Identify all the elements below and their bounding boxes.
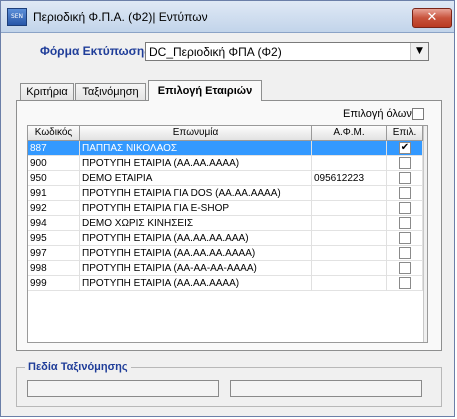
- table-row[interactable]: 887 ΠΑΠΠΑΣ ΝΙΚΟΛΑΟΣ ✔: [28, 141, 427, 156]
- table-row[interactable]: 900 ΠΡΟΤΥΠΗ ΕΤΑΙΡΙΑ (ΑΑ.ΑΑ.ΑΑΑΑ): [28, 156, 427, 171]
- cell-code: 994: [28, 216, 80, 231]
- sort-fields-title: Πεδία Ταξινόμησης: [25, 361, 131, 373]
- select-all-checkbox[interactable]: [412, 108, 424, 120]
- sort-field-1[interactable]: [27, 380, 219, 397]
- app-icon: SEN: [7, 8, 27, 26]
- cell-name: DEMO ΕΤΑΙΡΙΑ: [80, 171, 312, 186]
- row-checkbox[interactable]: [399, 232, 411, 244]
- grid-scroll-gutter: [423, 126, 427, 342]
- cell-code: 991: [28, 186, 80, 201]
- table-row[interactable]: 998 ΠΡΟΤΥΠΗ ΕΤΑΙΡΙΑ (ΑΑ-ΑΑ-ΑΑ-ΑΑΑΑ): [28, 261, 427, 276]
- title-bar[interactable]: SEN Περιοδική Φ.Π.Α. (Φ2)| Εντύπων ✕: [1, 1, 454, 33]
- table-row[interactable]: 999 ΠΡΟΤΥΠΗ ΕΤΑΙΡΙΑ (ΑΑ.ΑΑ.ΑΑΑΑ): [28, 276, 427, 291]
- cell-afm: 095612223: [312, 171, 387, 186]
- print-form-value: DC_Περιοδική ΦΠΑ (Φ2): [149, 45, 282, 59]
- cell-name: ΠΡΟΤΥΠΗ ΕΤΑΙΡΙΑ (ΑΑ.ΑΑ.ΑΑ.ΑΑΑΑ): [80, 246, 312, 261]
- cell-code: 950: [28, 171, 80, 186]
- table-row[interactable]: 997 ΠΡΟΤΥΠΗ ΕΤΑΙΡΙΑ (ΑΑ.ΑΑ.ΑΑ.ΑΑΑΑ): [28, 246, 427, 261]
- cell-code: 998: [28, 261, 80, 276]
- table-row[interactable]: 950 DEMO ΕΤΑΙΡΙΑ 095612223: [28, 171, 427, 186]
- tab-company-selection[interactable]: Επιλογή Εταιριών: [148, 80, 262, 101]
- tab-sorting[interactable]: Ταξινόμηση: [75, 83, 146, 100]
- row-checkbox[interactable]: [399, 247, 411, 259]
- select-all-label: Επιλογή όλων: [343, 108, 412, 120]
- cell-code: 995: [28, 231, 80, 246]
- cell-afm: [312, 276, 387, 291]
- table-row[interactable]: 994 DEMO ΧΩΡΙΣ ΚΙΝΗΣΕΙΣ: [28, 216, 427, 231]
- tab-criteria[interactable]: Κριτήρια: [20, 83, 74, 100]
- cell-code: 992: [28, 201, 80, 216]
- sort-field-2[interactable]: [230, 380, 422, 397]
- cell-afm: [312, 156, 387, 171]
- cell-name: ΠΡΟΤΥΠΗ ΕΤΑΙΡΙΑ (ΑΑ.ΑΑ.ΑΑΑΑ): [80, 276, 312, 291]
- cell-name: ΠΡΟΤΥΠΗ ΕΤΑΙΡΙΑ (ΑΑ.ΑΑ.ΑΑΑΑ): [80, 156, 312, 171]
- cell-afm: [312, 141, 387, 156]
- cell-code: 999: [28, 276, 80, 291]
- row-checkbox[interactable]: [399, 262, 411, 274]
- table-row[interactable]: 991 ΠΡΟΤΥΠΗ ΕΤΑΙΡΙΑ ΓΙΑ DOS (ΑΑ.ΑΑ.ΑΑΑΑ): [28, 186, 427, 201]
- table-row[interactable]: 992 ΠΡΟΤΥΠΗ ΕΤΑΙΡΙΑ ΓΙΑ E-SHOP: [28, 201, 427, 216]
- cell-name: ΠΡΟΤΥΠΗ ΕΤΑΙΡΙΑ (ΑΑ-ΑΑ-ΑΑ-ΑΑΑΑ): [80, 261, 312, 276]
- cell-code: 887: [28, 141, 80, 156]
- companies-grid: Κωδικός Επωνυμία Α.Φ.Μ. Επιλ. 887 ΠΑΠΠΑΣ …: [27, 125, 428, 343]
- cell-name: ΠΑΠΠΑΣ ΝΙΚΟΛΑΟΣ: [80, 141, 312, 156]
- cell-afm: [312, 261, 387, 276]
- table-row[interactable]: 995 ΠΡΟΤΥΠΗ ΕΤΑΙΡΙΑ (ΑΑ.ΑΑ.ΑΑ.ΑΑΑ): [28, 231, 427, 246]
- row-checkbox[interactable]: [399, 217, 411, 229]
- close-button[interactable]: ✕: [412, 8, 452, 28]
- print-form-label: Φόρμα Εκτύπωσης: [40, 44, 151, 58]
- cell-code: 900: [28, 156, 80, 171]
- column-code[interactable]: Κωδικός: [28, 126, 80, 140]
- cell-afm: [312, 231, 387, 246]
- column-afm[interactable]: Α.Φ.Μ.: [312, 126, 387, 140]
- cell-name: ΠΡΟΤΥΠΗ ΕΤΑΙΡΙΑ ΓΙΑ E-SHOP: [80, 201, 312, 216]
- cell-afm: [312, 246, 387, 261]
- row-checkbox[interactable]: ✔: [399, 142, 411, 154]
- cell-code: 997: [28, 246, 80, 261]
- cell-afm: [312, 186, 387, 201]
- window-title: Περιοδική Φ.Π.Α. (Φ2)| Εντύπων: [33, 10, 208, 24]
- row-checkbox[interactable]: [399, 172, 411, 184]
- row-checkbox[interactable]: [399, 277, 411, 289]
- row-checkbox[interactable]: [399, 202, 411, 214]
- grid-header: Κωδικός Επωνυμία Α.Φ.Μ. Επιλ.: [28, 126, 427, 141]
- cell-afm: [312, 216, 387, 231]
- row-checkbox[interactable]: [399, 187, 411, 199]
- cell-name: ΠΡΟΤΥΠΗ ΕΤΑΙΡΙΑ (ΑΑ.ΑΑ.ΑΑ.ΑΑΑ): [80, 231, 312, 246]
- column-name[interactable]: Επωνυμία: [80, 126, 312, 140]
- cell-afm: [312, 201, 387, 216]
- print-form-select[interactable]: DC_Περιοδική ΦΠΑ (Φ2) ▼: [145, 42, 429, 61]
- cell-name: DEMO ΧΩΡΙΣ ΚΙΝΗΣΕΙΣ: [80, 216, 312, 231]
- chevron-down-icon[interactable]: ▼: [410, 43, 428, 60]
- column-select[interactable]: Επιλ.: [387, 126, 423, 140]
- row-checkbox[interactable]: [399, 157, 411, 169]
- cell-name: ΠΡΟΤΥΠΗ ΕΤΑΙΡΙΑ ΓΙΑ DOS (ΑΑ.ΑΑ.ΑΑΑΑ): [80, 186, 312, 201]
